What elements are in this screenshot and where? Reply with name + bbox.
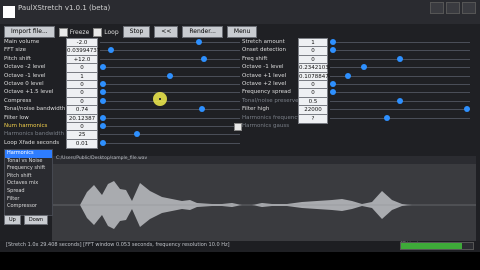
- maximize-button[interactable]: [446, 2, 460, 14]
- param-slider-track[interactable]: [100, 50, 240, 52]
- param-slider-track[interactable]: [330, 42, 470, 43]
- waveform-view[interactable]: [52, 164, 476, 246]
- param-slider-track[interactable]: [100, 100, 240, 102]
- app-window: PaulXStretch v1.0.1 (beta) Import file..…: [0, 0, 480, 270]
- param-slider-knob[interactable]: [100, 89, 106, 96]
- render-button[interactable]: Render...: [182, 26, 223, 38]
- loop-checkbox[interactable]: Loop: [93, 26, 119, 38]
- param-slider-knob[interactable]: [196, 39, 203, 45]
- param-slider-track[interactable]: [100, 42, 240, 43]
- menu-button[interactable]: Menu: [226, 26, 258, 38]
- move-down-button[interactable]: Down: [23, 215, 49, 225]
- param-label: Harmonics gauss: [242, 123, 290, 129]
- cpu-meter: [400, 242, 474, 250]
- processing-order-list[interactable]: Harmonics Tonal vs Noise Frequency shift Pi…: [4, 149, 53, 216]
- param-slider-knob[interactable]: [397, 55, 403, 62]
- param-slider-track[interactable]: [100, 134, 240, 136]
- param-slider-knob[interactable]: [133, 131, 140, 138]
- param-slider-knob[interactable]: [100, 114, 106, 121]
- mouse-pointer: [159, 98, 161, 100]
- param-slider-track[interactable]: [100, 142, 240, 144]
- move-up-button[interactable]: Up: [4, 215, 21, 225]
- param-slider-track[interactable]: [100, 126, 240, 127]
- param-slider-track[interactable]: [330, 109, 470, 111]
- processing-list-item[interactable]: Frequency shift: [5, 165, 52, 173]
- processing-list-item[interactable]: Tonal vs Noise: [5, 158, 52, 166]
- close-button[interactable]: [462, 2, 476, 14]
- taskbar: [0, 252, 480, 270]
- param-slider-knob[interactable]: [383, 114, 390, 121]
- processing-list-item[interactable]: Harmonics: [5, 150, 52, 158]
- processing-list-item[interactable]: Spread: [5, 188, 52, 196]
- param-label: Loop Xfade seconds: [4, 139, 60, 146]
- param-slider-knob[interactable]: [108, 47, 115, 54]
- minimize-button[interactable]: [430, 2, 444, 14]
- processing-list-item[interactable]: Filter: [5, 196, 52, 204]
- param-slider-knob[interactable]: [199, 106, 206, 113]
- param-slider-knob[interactable]: [330, 89, 336, 96]
- param-slider-knob[interactable]: [360, 64, 367, 71]
- param-slider-track[interactable]: [330, 67, 470, 69]
- param-slider-track[interactable]: [100, 92, 240, 94]
- status-text: [Stretch 1.0x 29.408 seconds] [FFT windo…: [6, 242, 230, 248]
- param-slider-knob[interactable]: [100, 64, 106, 71]
- param-slider-knob[interactable]: [100, 97, 106, 104]
- cpu-meter-fill: [401, 243, 463, 249]
- param-slider-knob[interactable]: [344, 72, 351, 79]
- audio-file-path: C:/Users/Public/Desktop/sample_file.wav: [52, 156, 476, 164]
- param-slider-track[interactable]: [330, 50, 470, 52]
- param-slider-knob[interactable]: [397, 97, 403, 104]
- param-row: Harmonics gauss: [234, 122, 474, 131]
- stop-button[interactable]: Stop: [122, 26, 151, 38]
- param-slider-knob[interactable]: [100, 139, 106, 146]
- param-slider-track[interactable]: [100, 58, 240, 60]
- app-icon: [3, 6, 15, 18]
- param-slider-knob[interactable]: [100, 81, 106, 87]
- title-bar: PaulXStretch v1.0.1 (beta): [0, 0, 480, 24]
- param-slider-knob[interactable]: [100, 123, 106, 129]
- param-slider-track[interactable]: [330, 84, 470, 85]
- toolbar: Import file... Freeze Loop Stop << Rende…: [4, 26, 258, 38]
- param-slider-knob[interactable]: [464, 106, 470, 113]
- param-slider-knob[interactable]: [167, 72, 173, 79]
- param-row: Loop Xfade seconds 0.01: [4, 138, 244, 149]
- param-value-field[interactable]: 0.01: [66, 138, 98, 149]
- param-slider-track[interactable]: [330, 92, 470, 94]
- processing-list-item[interactable]: Octaves mix: [5, 180, 52, 188]
- import-button[interactable]: Import file...: [4, 26, 55, 38]
- processing-list-item[interactable]: Compressor: [5, 203, 52, 211]
- param-slider-knob[interactable]: [330, 39, 336, 45]
- param-checkbox[interactable]: [234, 123, 242, 131]
- param-slider-knob[interactable]: [200, 55, 207, 62]
- processing-list-item[interactable]: Pitch shift: [5, 173, 52, 181]
- param-slider-track[interactable]: [100, 67, 240, 69]
- param-slider-track[interactable]: [100, 84, 240, 85]
- param-slider-track[interactable]: [100, 117, 240, 119]
- window-title: PaulXStretch v1.0.1 (beta): [18, 4, 111, 12]
- param-slider-track[interactable]: [100, 109, 240, 111]
- param-slider-knob[interactable]: [330, 81, 336, 87]
- param-slider-track[interactable]: [330, 75, 470, 77]
- param-slider-knob[interactable]: [330, 47, 336, 54]
- param-slider-track[interactable]: [330, 117, 470, 119]
- rewind-button[interactable]: <<: [154, 26, 179, 38]
- waveform-graphic: [52, 181, 476, 229]
- freeze-checkbox[interactable]: Freeze: [58, 26, 89, 38]
